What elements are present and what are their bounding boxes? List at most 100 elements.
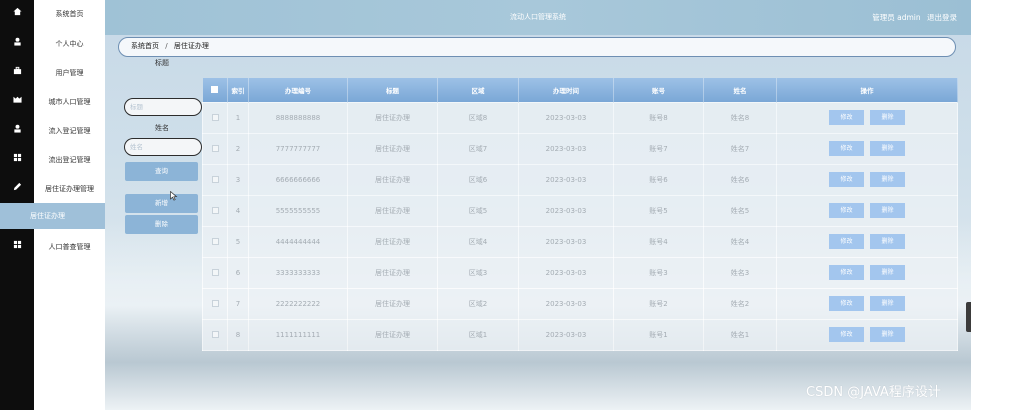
grid-icon[interactable] xyxy=(0,147,34,173)
table-row: 3 6666666666 居住证办理 区域6 2023-03-03 账号6 姓名… xyxy=(202,163,958,196)
cell-name: 姓名6 xyxy=(703,163,777,196)
cell-index: 8 xyxy=(227,318,249,351)
cell-name: 姓名5 xyxy=(703,194,777,227)
user-icon[interactable] xyxy=(0,31,34,57)
delete-button[interactable]: 删除 xyxy=(870,172,905,187)
top-header: 流动人口管理系统 管理员 admin 退出登录 xyxy=(105,0,971,35)
table-row: 1 8888888888 居住证办理 区域8 2023-03-03 账号8 姓名… xyxy=(202,101,958,134)
edit-button[interactable]: 修改 xyxy=(829,172,864,187)
cell-index: 7 xyxy=(227,287,249,320)
edit-button[interactable]: 修改 xyxy=(829,203,864,218)
sidebar-item-outflow[interactable]: 流出登记管理 xyxy=(34,147,105,173)
cell-region: 区域2 xyxy=(437,287,519,320)
row-checkbox[interactable] xyxy=(202,225,228,258)
add-button[interactable]: 新增 xyxy=(125,194,198,213)
delete-button[interactable]: 删除 xyxy=(870,141,905,156)
table-row: 7 2222222222 居住证办理 区域2 2023-03-03 账号2 姓名… xyxy=(202,287,958,320)
sidebar-item-census[interactable]: 人口普查管理 xyxy=(34,234,105,260)
cell-actions: 修改 删除 xyxy=(776,163,958,196)
edit-button[interactable]: 修改 xyxy=(829,296,864,311)
cell-date: 2023-03-03 xyxy=(518,256,614,289)
cell-number: 7777777777 xyxy=(248,132,348,165)
cell-account: 账号3 xyxy=(613,256,704,289)
cell-title: 居住证办理 xyxy=(347,101,438,134)
city-icon[interactable] xyxy=(0,89,34,115)
cell-index: 3 xyxy=(227,163,249,196)
cell-region: 区域1 xyxy=(437,318,519,351)
grid-icon[interactable] xyxy=(0,234,34,260)
cell-region: 区域3 xyxy=(437,256,519,289)
cell-date: 2023-03-03 xyxy=(518,101,614,134)
row-checkbox[interactable] xyxy=(202,132,228,165)
row-checkbox[interactable] xyxy=(202,163,228,196)
watermark: CSDN @JAVA程序设计 xyxy=(806,385,941,400)
cell-date: 2023-03-03 xyxy=(518,163,614,196)
cell-number: 2222222222 xyxy=(248,287,348,320)
cell-actions: 修改 删除 xyxy=(776,194,958,227)
cell-account: 账号4 xyxy=(613,225,704,258)
query-button[interactable]: 查询 xyxy=(125,162,198,181)
name-search-input[interactable] xyxy=(124,138,202,156)
cell-date: 2023-03-03 xyxy=(518,287,614,320)
column-header: 账号 xyxy=(613,78,704,102)
edit-button[interactable]: 修改 xyxy=(829,327,864,342)
sidebar-item-users[interactable]: 用户管理 xyxy=(34,60,105,86)
column-header: 办理编号 xyxy=(248,78,348,102)
header-user-area: 管理员 admin 退出登录 xyxy=(868,0,957,35)
cell-region: 区域8 xyxy=(437,101,519,134)
cell-index: 6 xyxy=(227,256,249,289)
cell-account: 账号5 xyxy=(613,194,704,227)
edit-button[interactable]: 修改 xyxy=(829,265,864,280)
logout-link[interactable]: 退出登录 xyxy=(927,13,957,22)
edit-button[interactable]: 修改 xyxy=(829,141,864,156)
delete-button[interactable]: 删除 xyxy=(870,203,905,218)
cell-number: 5555555555 xyxy=(248,194,348,227)
breadcrumb-current: 居住证办理 xyxy=(173,42,209,50)
pencil-icon[interactable] xyxy=(0,176,34,202)
sidebar-item-profile[interactable]: 个人中心 xyxy=(34,31,105,57)
cell-number: 8888888888 xyxy=(248,101,348,134)
delete-button[interactable]: 删除 xyxy=(870,296,905,311)
sidebar-item-residence-permit[interactable]: 居住证办理管理 xyxy=(34,176,105,202)
user-icon[interactable] xyxy=(0,118,34,144)
sidebar-item-home[interactable]: 系统首页 xyxy=(34,1,105,27)
sidebar-subitem-residence-permit[interactable]: 居住证办理 xyxy=(0,203,105,229)
cell-index: 4 xyxy=(227,194,249,227)
side-drawer-handle[interactable] xyxy=(966,302,971,332)
delete-button[interactable]: 删除 xyxy=(870,110,905,125)
cell-title: 居住证办理 xyxy=(347,194,438,227)
column-header: 姓名 xyxy=(703,78,777,102)
delete-button[interactable]: 删除 xyxy=(870,327,905,342)
edit-button[interactable]: 修改 xyxy=(829,234,864,249)
edit-button[interactable]: 修改 xyxy=(829,110,864,125)
row-checkbox[interactable] xyxy=(202,101,228,134)
column-header: 标题 xyxy=(347,78,438,102)
delete-button[interactable]: 删除 xyxy=(870,234,905,249)
delete-button[interactable]: 删除 xyxy=(870,265,905,280)
row-checkbox[interactable] xyxy=(202,194,228,227)
cell-actions: 修改 删除 xyxy=(776,287,958,320)
sidebar-item-inflow[interactable]: 流入登记管理 xyxy=(34,118,105,144)
cell-title: 居住证办理 xyxy=(347,287,438,320)
title-search-input[interactable] xyxy=(124,98,202,116)
cell-index: 1 xyxy=(227,101,249,134)
select-all-checkbox[interactable] xyxy=(202,78,228,102)
cell-number: 6666666666 xyxy=(248,163,348,196)
cell-name: 姓名8 xyxy=(703,101,777,134)
column-header: 操作 xyxy=(776,78,958,102)
batch-delete-button[interactable]: 删除 xyxy=(125,215,198,234)
name-label: 姓名 xyxy=(155,124,169,132)
sidebar-menu: 系统首页 个人中心 用户管理 城市人口管理 流入登记管理 流出登记管理 居住证办… xyxy=(0,0,105,410)
breadcrumb-home[interactable]: 系统首页 xyxy=(131,42,159,50)
cell-title: 居住证办理 xyxy=(347,318,438,351)
briefcase-icon[interactable] xyxy=(0,60,34,86)
cell-actions: 修改 删除 xyxy=(776,101,958,134)
row-checkbox[interactable] xyxy=(202,256,228,289)
sidebar-item-city-population[interactable]: 城市人口管理 xyxy=(34,89,105,115)
table-row: 8 1111111111 居住证办理 区域1 2023-03-03 账号1 姓名… xyxy=(202,318,958,351)
row-checkbox[interactable] xyxy=(202,287,228,320)
home-icon[interactable] xyxy=(0,1,34,27)
column-header: 索引 xyxy=(227,78,249,102)
cell-actions: 修改 删除 xyxy=(776,256,958,289)
row-checkbox[interactable] xyxy=(202,318,228,351)
